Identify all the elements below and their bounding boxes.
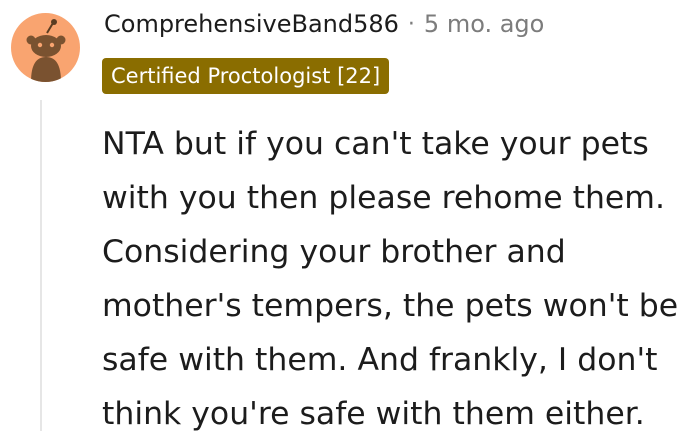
flair-text: Certified Proctologist [22]: [111, 64, 381, 88]
comment-body-line: think you're safe with them either.: [102, 396, 645, 431]
comment-body-line: Considering your brother and: [102, 234, 566, 270]
comment-body-line: safe with them. And frankly, I don't: [102, 342, 658, 378]
comment-body: NTA but if you can't take your pets with…: [102, 117, 700, 431]
comment-body-line: NTA but if you can't take your pets: [102, 126, 649, 162]
thread-collapse-line[interactable]: [40, 100, 42, 431]
comment: ComprehensiveBand586 · 5 mo. ago Certifi…: [0, 0, 700, 431]
separator-dot: ·: [407, 11, 415, 37]
comment-body-line: with you then please rehome them.: [102, 180, 665, 216]
user-avatar[interactable]: [11, 13, 80, 82]
user-flair-badge: Certified Proctologist [22]: [102, 58, 390, 94]
username-link[interactable]: ComprehensiveBand586: [104, 10, 399, 38]
comment-header: ComprehensiveBand586 · 5 mo. ago: [104, 6, 544, 42]
comment-body-line: mother's tempers, the pets won't be: [102, 288, 679, 324]
timestamp[interactable]: 5 mo. ago: [424, 10, 544, 38]
reddit-snoo-avatar-icon: [26, 19, 66, 82]
